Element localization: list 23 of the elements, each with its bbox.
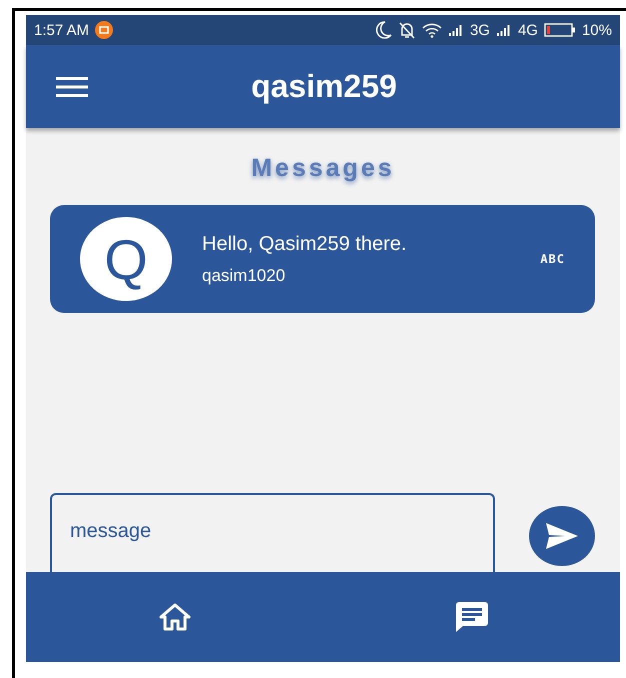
send-icon — [545, 522, 579, 550]
home-icon[interactable] — [158, 603, 190, 631]
signal-icon — [448, 24, 464, 36]
network-label: 4G — [518, 22, 538, 38]
moon-icon — [376, 21, 392, 39]
message-card[interactable]: Q Hello, Qasim259 there. qasim1020 ABC — [50, 205, 595, 313]
bell-off-icon — [398, 21, 416, 39]
signal-icon — [496, 24, 512, 36]
sender-name: qasim1020 — [202, 266, 286, 286]
battery-percent: 10% — [582, 22, 612, 38]
chat-icon[interactable] — [454, 601, 488, 633]
app-title: qasim259 — [250, 68, 398, 105]
battery-icon — [544, 23, 576, 37]
notification-icon — [95, 21, 114, 39]
menu-icon[interactable] — [56, 76, 88, 98]
wifi-icon — [422, 22, 442, 38]
message-tag: ABC — [540, 252, 565, 266]
status-time: 1:57 AM — [34, 22, 90, 38]
message-text: Hello, Qasim259 there. — [202, 232, 408, 256]
message-field[interactable]: message — [50, 493, 495, 572]
avatar: Q — [80, 217, 172, 301]
page-heading: Messages — [251, 154, 395, 183]
network-label: 3G — [470, 22, 490, 38]
